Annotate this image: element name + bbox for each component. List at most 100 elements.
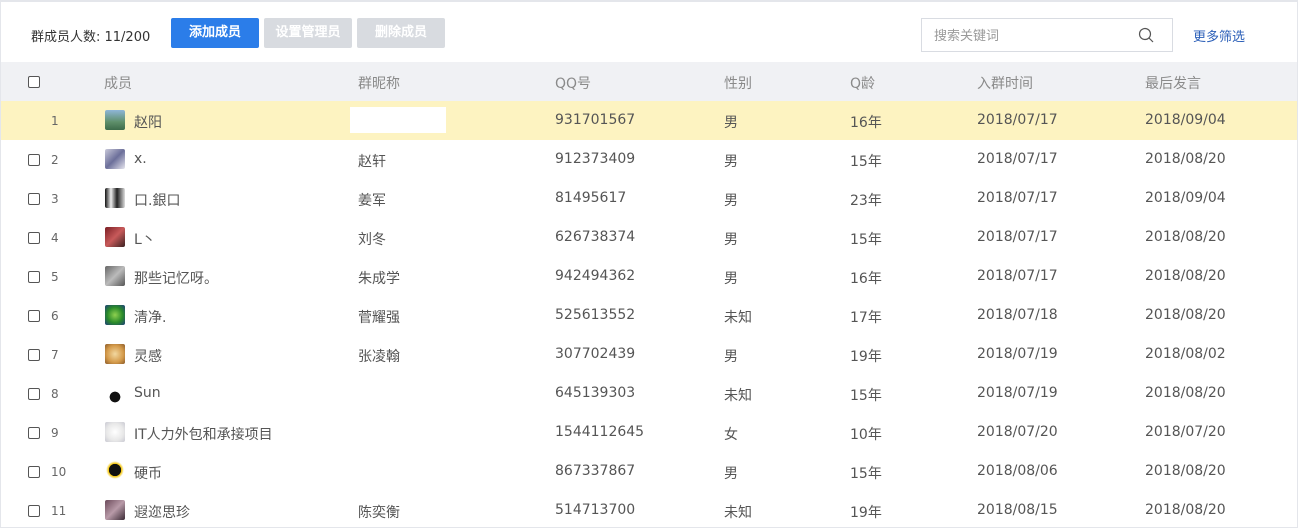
- table-row[interactable]: 7 灵感 张凌翰 307702439 男 19年 2018/07/19 2018/08/02: [1, 335, 1297, 374]
- row-index: 9: [51, 426, 59, 440]
- table-row[interactable]: 11 遐迩思珍 陈奕衡 514713700 未知 19年 2018/08/15 2018/08…: [1, 491, 1297, 530]
- anime-avatar[interactable]: [105, 149, 125, 169]
- gender-cell: 男: [724, 232, 738, 248]
- search-icon[interactable]: [1138, 27, 1154, 43]
- member-name[interactable]: 那些记忆呀。: [134, 268, 218, 288]
- row-checkbox[interactable]: [28, 232, 40, 244]
- more-filter-link[interactable]: 更多筛选: [1193, 26, 1245, 45]
- member-name[interactable]: L丶: [134, 229, 156, 249]
- row-checkbox[interactable]: [28, 310, 40, 322]
- nickname-edit-field[interactable]: [350, 107, 446, 133]
- table-header: 成员 群昵称 QQ号 性别 Q龄 入群时间 最后发言: [1, 62, 1297, 101]
- landscape-avatar[interactable]: [105, 110, 125, 130]
- nickname-cell: 朱成学: [358, 271, 400, 287]
- qq-cell: 626738374: [555, 229, 636, 245]
- qage-cell: 15年: [850, 154, 882, 170]
- row-index: 6: [51, 309, 59, 323]
- row-checkbox[interactable]: [28, 427, 40, 439]
- green-logo-avatar[interactable]: [105, 305, 125, 325]
- member-name[interactable]: x.: [134, 151, 147, 167]
- column-member[interactable]: 成员: [104, 73, 132, 93]
- nickname-cell: 姜军: [358, 193, 386, 209]
- join-time-cell: 2018/07/18: [977, 307, 1058, 323]
- table-row[interactable]: 3 口.銀口 姜军 81495617 男 23年 2018/07/17 2018/09/04: [1, 179, 1297, 218]
- portrait-avatar[interactable]: [105, 500, 125, 520]
- nickname-cell: 赵轩: [358, 154, 386, 170]
- row-index: 5: [51, 270, 59, 284]
- row-checkbox[interactable]: [28, 271, 40, 283]
- join-time-cell: 2018/07/17: [977, 151, 1058, 167]
- column-gender[interactable]: 性别: [724, 73, 752, 93]
- column-qq[interactable]: QQ号: [555, 73, 591, 93]
- penguin-avatar[interactable]: [105, 461, 125, 481]
- last-speak-cell: 2018/08/20: [1145, 229, 1226, 245]
- row-checkbox[interactable]: [28, 349, 40, 361]
- gender-cell: 男: [724, 154, 738, 170]
- table-row[interactable]: 5 那些记忆呀。 朱成学 942494362 男 16年 2018/07/17 2018/08…: [1, 257, 1297, 296]
- join-time-cell: 2018/08/15: [977, 502, 1058, 518]
- column-last-speak[interactable]: 最后发言: [1145, 73, 1201, 93]
- qage-cell: 19年: [850, 505, 882, 521]
- bw-figure-avatar[interactable]: [105, 188, 125, 208]
- last-speak-cell: 2018/08/20: [1145, 307, 1226, 323]
- gender-cell: 未知: [724, 505, 752, 521]
- qage-cell: 19年: [850, 349, 882, 365]
- row-checkbox[interactable]: [28, 505, 40, 517]
- table-row[interactable]: 4 L丶 刘冬 626738374 男 15年 2018/07/17 2018/08/20: [1, 218, 1297, 257]
- join-time-cell: 2018/07/17: [977, 229, 1058, 245]
- member-name[interactable]: 硬币: [134, 463, 162, 483]
- gender-cell: 未知: [724, 310, 752, 326]
- red-photo-avatar[interactable]: [105, 227, 125, 247]
- qq-cell: 645139303: [555, 385, 636, 401]
- row-checkbox[interactable]: [28, 193, 40, 205]
- column-join-time[interactable]: 入群时间: [977, 73, 1033, 93]
- cat-avatar[interactable]: [105, 422, 125, 442]
- join-time-cell: 2018/08/06: [977, 463, 1058, 479]
- delete-member-button[interactable]: 删除成员: [357, 18, 445, 48]
- row-checkbox[interactable]: [28, 154, 40, 166]
- set-admin-button[interactable]: 设置管理员: [264, 18, 352, 48]
- table-row[interactable]: 1 赵阳 931701567 男 16年 2018/07/17 2018/09/04: [1, 101, 1297, 140]
- last-speak-cell: 2018/08/20: [1145, 502, 1226, 518]
- member-name[interactable]: IT人力外包和承接项目: [134, 424, 273, 444]
- row-checkbox[interactable]: [28, 388, 40, 400]
- nickname-cell: 刘冬: [358, 232, 386, 248]
- member-name[interactable]: 口.銀口: [134, 190, 180, 210]
- join-time-cell: 2018/07/17: [977, 112, 1058, 128]
- dog-avatar[interactable]: [105, 344, 125, 364]
- qq-cell: 942494362: [555, 268, 636, 284]
- row-index: 11: [51, 504, 67, 518]
- silhouette-avatar[interactable]: [105, 383, 125, 403]
- member-count: 群成员人数: 11/200: [31, 30, 151, 45]
- member-name[interactable]: 清净.: [134, 307, 166, 327]
- table-row[interactable]: 9 IT人力外包和承接项目 1544112645 女 10年 2018/07/20 2018…: [1, 413, 1297, 452]
- member-name[interactable]: 赵阳: [134, 112, 162, 132]
- gender-cell: 未知: [724, 388, 752, 404]
- member-list: 1 赵阳 931701567 男 16年 2018/07/17 2018/09/04 2 x. 赵…: [1, 101, 1297, 530]
- table-row[interactable]: 8 Sun 645139303 未知 15年 2018/07/19 2018/08/20: [1, 374, 1297, 413]
- join-time-cell: 2018/07/17: [977, 268, 1058, 284]
- gender-cell: 男: [724, 115, 738, 131]
- member-name[interactable]: 灵感: [134, 346, 162, 366]
- row-index: 3: [51, 192, 59, 206]
- select-all-checkbox[interactable]: [28, 76, 40, 88]
- gray-photo-avatar[interactable]: [105, 266, 125, 286]
- table-row[interactable]: 2 x. 赵轩 912373409 男 15年 2018/07/17 2018/08/20: [1, 140, 1297, 179]
- column-nickname[interactable]: 群昵称: [358, 73, 400, 93]
- gender-cell: 男: [724, 193, 738, 209]
- member-name[interactable]: Sun: [134, 385, 161, 401]
- qage-cell: 23年: [850, 193, 882, 209]
- qq-cell: 525613552: [555, 307, 636, 323]
- qage-cell: 10年: [850, 427, 882, 443]
- gender-cell: 女: [724, 427, 738, 443]
- member-name[interactable]: 遐迩思珍: [134, 502, 190, 522]
- add-member-button[interactable]: 添加成员: [171, 18, 259, 48]
- row-checkbox[interactable]: [28, 466, 40, 478]
- search-box: [921, 18, 1173, 52]
- qq-cell: 867337867: [555, 463, 636, 479]
- search-input[interactable]: [932, 20, 1136, 52]
- qage-cell: 15年: [850, 388, 882, 404]
- column-qage[interactable]: Q龄: [850, 73, 875, 93]
- table-row[interactable]: 6 清净. 菅耀强 525613552 未知 17年 2018/07/18 2018/08/2…: [1, 296, 1297, 335]
- table-row[interactable]: 10 硬币 867337867 男 15年 2018/08/06 2018/08/20: [1, 452, 1297, 491]
